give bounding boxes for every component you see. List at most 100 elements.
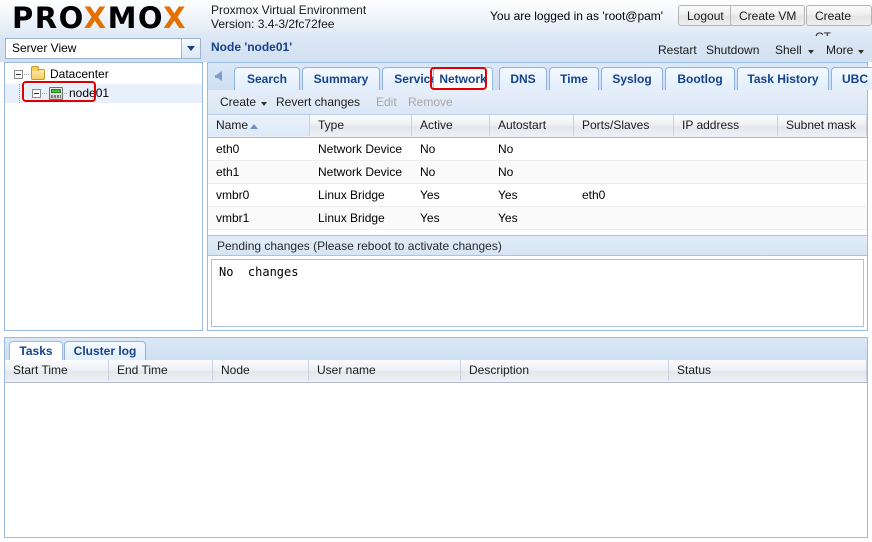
cell-mask [778, 138, 867, 160]
tab-bootlog[interactable]: Bootlog [665, 67, 735, 90]
logout-button[interactable]: Logout [678, 5, 733, 26]
table-row[interactable]: eth1 Network Device No No [208, 161, 867, 184]
proxmox-logo: PROXMOX [12, 2, 187, 34]
tab-dns[interactable]: DNS [499, 67, 547, 90]
shutdown-action[interactable]: Shutdown [706, 43, 759, 57]
pending-changes-label: Pending changes (Please reboot to activa… [217, 239, 502, 253]
create-ct-button[interactable]: Create CT [806, 5, 872, 44]
tree-item-label: Datacenter [50, 67, 109, 81]
revert-changes-button[interactable]: Revert changes [276, 95, 360, 109]
tab-task-history[interactable]: Task History [737, 67, 829, 90]
pending-changes-bar: Pending changes (Please reboot to activa… [208, 235, 867, 256]
tree-connector [64, 93, 68, 94]
table-row[interactable]: eth0 Network Device No No [208, 138, 867, 161]
cell-type: Linux Bridge [318, 211, 385, 225]
more-action[interactable]: More [826, 43, 853, 57]
tasks-column-header-description[interactable]: Description [461, 360, 669, 381]
cell-type: Network Device [318, 165, 403, 179]
product-name: Proxmox Virtual Environment [211, 3, 367, 17]
pending-changes-body: No changes [211, 259, 864, 327]
cell-active: Yes [420, 211, 440, 225]
tab-search[interactable]: Search [234, 67, 300, 90]
column-header-subnet-mask[interactable]: Subnet mask [778, 115, 867, 136]
remove-button: Remove [408, 95, 453, 109]
cell-type: Linux Bridge [318, 188, 385, 202]
pending-changes-text: No changes [219, 265, 299, 279]
tab-bar: Search Summary Services Network DNS Time Syslo… [207, 62, 872, 90]
tree-connector [19, 84, 20, 103]
expand-collapse-icon[interactable] [32, 89, 41, 98]
tasks-column-header-user-name[interactable]: User name [309, 360, 461, 381]
tasks-column-header-start-time[interactable]: Start Time [5, 360, 109, 381]
tab-summary[interactable]: Summary [302, 67, 380, 90]
tasks-column-header-node[interactable]: Node [213, 360, 309, 381]
network-grid-header: Name Type Active Autostart Ports/Slaves IP ad… [208, 115, 867, 138]
network-grid: Name Type Active Autostart Ports/Slaves IP ad… [207, 115, 868, 331]
cell-mask [778, 184, 867, 206]
column-header-ports-slaves[interactable]: Ports/Slaves [574, 115, 674, 136]
column-header-autostart[interactable]: Autostart [490, 115, 574, 136]
tab-time[interactable]: Time [549, 67, 599, 90]
logo-text-x1: X [83, 1, 108, 35]
tasks-grid: Start Time End Time Node User name Descripti… [4, 360, 868, 538]
column-header-name[interactable]: Name [208, 115, 310, 136]
view-selector-dropdown-button[interactable] [181, 39, 200, 58]
edit-button: Edit [376, 95, 397, 109]
page-title: Node 'node01' [211, 40, 293, 54]
tasks-column-header-status[interactable]: Status [669, 360, 867, 381]
logo-text-pre: PRO [12, 1, 84, 35]
logo-text-x2: X [163, 1, 187, 35]
tasks-column-header-end-time[interactable]: End Time [109, 360, 213, 381]
tree-item-datacenter[interactable]: Datacenter [5, 65, 202, 84]
server-icon [49, 87, 63, 100]
tasks-grid-header: Start Time End Time Node User name Descripti… [5, 360, 867, 383]
create-chevron-down-icon [261, 102, 267, 106]
create-vm-button[interactable]: Create VM [730, 5, 806, 26]
bottom-tab-tasks[interactable]: Tasks [9, 341, 63, 361]
login-status-message: You are logged in as 'root@pam' [490, 9, 664, 23]
cell-autostart: No [498, 165, 514, 179]
column-header-type[interactable]: Type [310, 115, 412, 136]
shell-action[interactable]: Shell [775, 43, 802, 57]
cell-ip [674, 184, 778, 206]
chevron-down-icon [187, 46, 195, 51]
cell-ip [674, 161, 778, 183]
more-chevron-down-icon [858, 50, 864, 54]
tab-scroll-left-button[interactable] [211, 67, 229, 85]
cell-ports [574, 138, 674, 160]
cell-name: eth0 [216, 142, 240, 156]
table-row[interactable]: vmbr1 Linux Bridge Yes Yes [208, 207, 867, 230]
cell-active: No [420, 142, 436, 156]
expand-collapse-icon[interactable] [14, 70, 23, 79]
tab-ubc[interactable]: UBC [831, 67, 872, 90]
product-version: Version: 3.4-3/2fc72fee [211, 17, 335, 31]
cell-ip [674, 207, 778, 229]
column-header-active[interactable]: Active [412, 115, 490, 136]
tree-item-node01[interactable]: node01 [5, 84, 202, 103]
cell-ports [574, 161, 674, 183]
column-header-ip-address[interactable]: IP address [674, 115, 778, 136]
cell-autostart: Yes [498, 188, 518, 202]
table-row[interactable]: vmbr0 Linux Bridge Yes Yes eth0 [208, 184, 867, 207]
network-toolbar: Create Revert changes Edit Remove [207, 90, 868, 115]
folder-icon [31, 66, 45, 80]
content-panel: Search Summary Services Network DNS Time Syslo… [207, 62, 872, 331]
cell-name: vmbr1 [216, 211, 250, 225]
cell-name: eth1 [216, 165, 240, 179]
restart-action[interactable]: Restart [658, 43, 697, 57]
app-header: PROXMOX Proxmox Virtual Environment Vers… [0, 0, 872, 44]
view-selector[interactable]: Server View [5, 38, 201, 59]
tab-syslog[interactable]: Syslog [601, 67, 663, 90]
cell-active: Yes [420, 188, 440, 202]
tree-connector [42, 93, 48, 94]
bottom-tab-cluster-log[interactable]: Cluster log [64, 341, 146, 361]
bottom-panel: Tasks Cluster log Start Time End Time Node U… [4, 337, 868, 538]
tree-connector [24, 74, 30, 75]
cell-active: No [420, 165, 436, 179]
cell-name: vmbr0 [216, 188, 250, 202]
arrow-left-icon [215, 71, 222, 81]
sort-ascending-icon [250, 124, 259, 129]
resource-tree-panel: Datacenter node01 [4, 62, 203, 331]
tab-network[interactable]: Network [433, 67, 493, 90]
create-button[interactable]: Create [220, 95, 256, 109]
